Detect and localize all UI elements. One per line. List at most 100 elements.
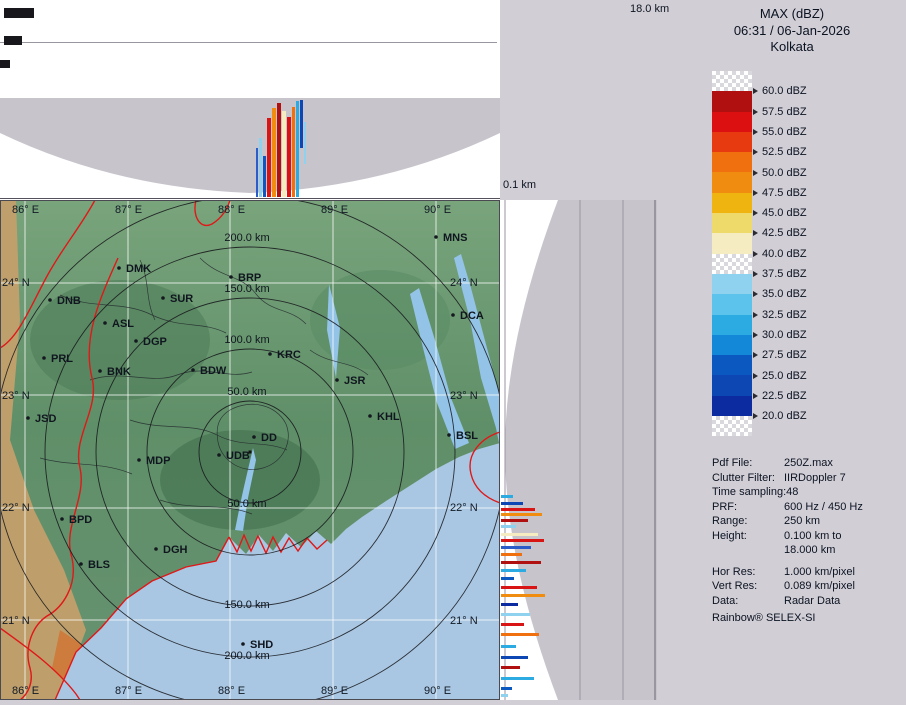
scale-tick-arrow-icon: [753, 109, 758, 115]
scale-cell: [712, 193, 752, 213]
city-marker: [268, 352, 272, 356]
info-row: PRF:600 Hz / 450 Hz: [712, 500, 863, 515]
echo-bar: [501, 577, 514, 580]
city-marker: [161, 296, 165, 300]
info-label: PRF:: [712, 500, 784, 515]
info-label: Height:: [712, 529, 784, 544]
info-value: 250Z.max: [784, 457, 833, 469]
scale-label: 60.0 dBZ: [753, 84, 807, 98]
graticule-label: 21° N: [450, 615, 478, 627]
software-brand: Rainbow® SELEX-SI: [712, 612, 816, 624]
echo-bar: [501, 508, 535, 511]
graticule-label: 22° N: [450, 502, 478, 514]
scale-cell: [712, 254, 752, 274]
info-value: Radar Data: [784, 595, 840, 607]
graticule-label: 87° E: [115, 685, 142, 697]
range-ring-label: 150.0 km: [224, 599, 269, 611]
product-info: Pdf File:250Z.maxClutter Filter:IIRDoppl…: [712, 456, 863, 608]
city-label: JSR: [344, 375, 365, 387]
city-label: KRC: [277, 349, 301, 361]
scale-label-text: 55.0 dBZ: [762, 126, 807, 138]
scale-tick-arrow-icon: [753, 190, 758, 196]
info-value: 600 Hz / 450 Hz: [784, 501, 863, 513]
graticule-label: 23° N: [450, 390, 478, 402]
echo-bar: [501, 623, 524, 626]
scale-label-text: 25.0 dBZ: [762, 370, 807, 382]
scale-label: 47.5 dBZ: [753, 186, 807, 200]
city-label: BPD: [69, 514, 92, 526]
scale-label: 42.5 dBZ: [753, 226, 807, 240]
info-label: Clutter Filter:: [712, 471, 784, 486]
scale-tick-arrow-icon: [753, 88, 758, 94]
info-label: Time sampling:: [712, 485, 786, 500]
scale-cell: [712, 71, 752, 91]
city-marker: [60, 517, 64, 521]
graticule-label: 86° E: [12, 204, 39, 216]
city-label: PRL: [51, 353, 73, 365]
echo-bar: [501, 519, 528, 522]
scale-tick-arrow-icon: [753, 373, 758, 379]
city-marker: [79, 562, 83, 566]
city-label: ASL: [112, 318, 134, 330]
city-marker: [229, 275, 233, 279]
city-marker: [217, 453, 221, 457]
info-row: 18.000 km: [712, 543, 863, 558]
graticule-label: 88° E: [218, 685, 245, 697]
city-marker: [252, 435, 256, 439]
scale-cell: [712, 172, 752, 192]
info-row: Range:250 km: [712, 514, 863, 529]
scale-cell: [712, 416, 752, 436]
city-label: SHD: [250, 639, 273, 651]
city-marker: [447, 433, 451, 437]
graticule-label: 24° N: [450, 277, 478, 289]
city-label: BRP: [238, 272, 261, 284]
scale-label: 40.0 dBZ: [753, 247, 807, 261]
city-label: BLS: [88, 559, 110, 571]
scale-label-text: 35.0 dBZ: [762, 288, 807, 300]
city-marker: [134, 339, 138, 343]
echo-bar: [501, 687, 512, 690]
graticule-label: 21° N: [2, 615, 30, 627]
echo-bar: [304, 122, 306, 164]
city-label: DGP: [143, 336, 167, 348]
echo-bar: [501, 603, 518, 606]
city-label: BSL: [456, 430, 478, 442]
legend-panel: MAX (dBZ) 06:31 / 06-Jan-2026 Kolkata 60…: [678, 0, 906, 700]
scale-tick-arrow-icon: [753, 149, 758, 155]
city-label: DCA: [460, 310, 484, 322]
range-ring-label: 200.0 km: [224, 232, 269, 244]
echo-bar: [501, 677, 534, 680]
scale-label: 32.5 dBZ: [753, 308, 807, 322]
info-value: 0.100 km to: [784, 530, 841, 542]
city-marker: [137, 458, 141, 462]
graticule-label: 89° E: [321, 685, 348, 697]
graticule-label: 24° N: [2, 277, 30, 289]
scale-cell: [712, 355, 752, 375]
scale-label: 50.0 dBZ: [753, 166, 807, 180]
echo-bar: [501, 553, 522, 556]
echo-bar: [501, 656, 528, 659]
info-value: IIRDoppler 7: [784, 472, 846, 484]
echo-bar: [300, 100, 303, 148]
info-value: 1.000 km/pixel: [784, 566, 855, 578]
scale-tick-arrow-icon: [753, 393, 758, 399]
echo-bar: [501, 694, 508, 697]
scale-label-text: 32.5 dBZ: [762, 309, 807, 321]
info-label: Data:: [712, 594, 784, 609]
scale-label-text: 57.5 dBZ: [762, 106, 807, 118]
vertical-projection-top-panel: [0, 0, 500, 200]
scale-cell: [712, 274, 752, 294]
city-marker: [241, 642, 245, 646]
echo-bar: [272, 108, 276, 197]
scale-cell: [712, 91, 752, 111]
graticule-label: 88° E: [218, 204, 245, 216]
city-label: UDB: [226, 450, 250, 462]
scale-label-text: 52.5 dBZ: [762, 146, 807, 158]
city-marker: [103, 321, 107, 325]
info-value: 250 km: [784, 515, 820, 527]
city-label: DNB: [57, 295, 81, 307]
echo-bar: [501, 525, 516, 528]
city-marker: [154, 547, 158, 551]
scale-label-text: 60.0 dBZ: [762, 85, 807, 97]
scale-cell: [712, 112, 752, 132]
